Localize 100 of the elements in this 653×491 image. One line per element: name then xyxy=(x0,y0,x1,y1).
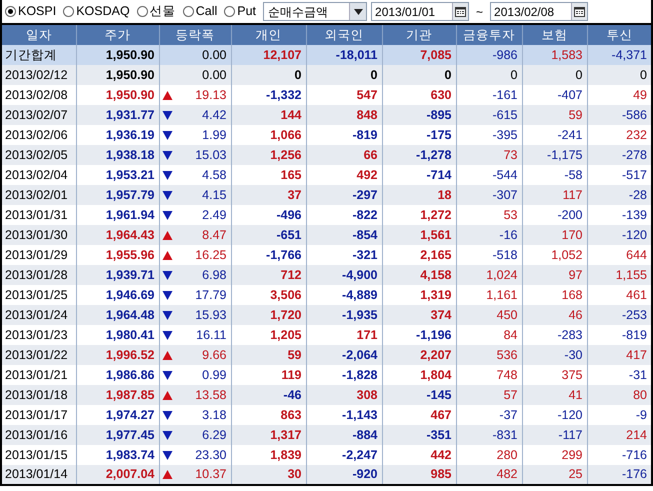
change-value: 8.47 xyxy=(202,226,226,244)
table-cell: 80 xyxy=(587,385,652,405)
column-header: 개인 xyxy=(231,24,306,45)
change-value: 4.58 xyxy=(202,166,226,184)
column-header: 투신 xyxy=(587,24,652,45)
table-cell: 308 xyxy=(306,385,382,405)
calendar-icon[interactable] xyxy=(574,6,586,16)
table-cell: 1,317 xyxy=(231,425,306,445)
price-cell: 1,950.90 xyxy=(76,65,159,85)
change-value: 6.29 xyxy=(202,426,226,444)
table-cell: -30 xyxy=(522,345,587,365)
table-cell: 46 xyxy=(522,305,587,325)
table-cell: 57 xyxy=(456,385,522,405)
price-cell: 1,931.77 xyxy=(76,105,159,125)
table-cell: 482 xyxy=(456,465,522,485)
date-field[interactable]: 2013/01/01 xyxy=(371,2,470,21)
table-cell: 18 xyxy=(382,185,456,205)
table-cell: 0 xyxy=(587,65,652,85)
market-radio[interactable]: 선물 xyxy=(136,2,176,21)
table-cell: 214 xyxy=(587,425,652,445)
table-cell: 59 xyxy=(231,345,306,365)
price-cell: 1,987.85 xyxy=(76,385,159,405)
table-cell: -28 xyxy=(587,185,652,205)
change-value: 10.37 xyxy=(195,466,226,484)
date-field[interactable]: 2013/02/08 xyxy=(490,2,588,21)
table-cell: 117 xyxy=(522,185,587,205)
table-cell: 1,155 xyxy=(587,265,652,285)
table-cell: -253 xyxy=(587,305,652,325)
table-cell: -145 xyxy=(382,385,456,405)
table-cell: 4,158 xyxy=(382,265,456,285)
change-value: 0.00 xyxy=(202,46,226,64)
table-cell: 1,583 xyxy=(522,45,587,65)
table-cell: 0 xyxy=(456,65,522,85)
table-cell: 41 xyxy=(522,385,587,405)
market-radio[interactable]: Put xyxy=(224,2,256,21)
table-cell: -854 xyxy=(306,225,382,245)
change-value: 0.99 xyxy=(202,366,226,384)
table-cell: -1,175 xyxy=(522,145,587,165)
date-cell: 2013/02/12 xyxy=(1,65,76,85)
change-value: 3.18 xyxy=(202,406,226,424)
table-cell: 7,085 xyxy=(382,45,456,65)
change-value: 6.98 xyxy=(202,266,226,284)
change-value: 15.03 xyxy=(195,146,226,164)
table-cell: 37 xyxy=(231,185,306,205)
date-cell: 2013/01/30 xyxy=(1,225,76,245)
date-cell: 2013/02/05 xyxy=(1,145,76,165)
date-cell: 2013/02/01 xyxy=(1,185,76,205)
market-radio[interactable]: Call xyxy=(182,2,218,21)
table-cell: -351 xyxy=(382,425,456,445)
table-cell: 144 xyxy=(231,105,306,125)
calendar-icon[interactable] xyxy=(455,6,466,16)
date-cell: 2013/01/22 xyxy=(1,345,76,365)
table-cell: 450 xyxy=(456,305,522,325)
table-cell: 536 xyxy=(456,345,522,365)
market-radio[interactable]: KOSDAQ xyxy=(63,2,130,21)
change-value: 17.79 xyxy=(195,286,226,304)
table-cell: -920 xyxy=(306,465,382,485)
column-header: 등락폭 xyxy=(159,24,231,45)
date-cell: 2013/01/28 xyxy=(1,265,76,285)
table-cell: -307 xyxy=(456,185,522,205)
date-cell: 2013/01/24 xyxy=(1,305,76,325)
table-cell: 73 xyxy=(456,145,522,165)
date-cell: 2013/01/16 xyxy=(1,425,76,445)
table-cell: -278 xyxy=(587,145,652,165)
table-cell: -4,900 xyxy=(306,265,382,285)
price-cell: 1,957.79 xyxy=(76,185,159,205)
change-value: 16.25 xyxy=(195,246,226,264)
table-cell: -2,064 xyxy=(306,345,382,365)
table-cell: 985 xyxy=(382,465,456,485)
table-cell: 417 xyxy=(587,345,652,365)
table-cell: -986 xyxy=(456,45,522,65)
column-header: 보험 xyxy=(522,24,587,45)
date-cell: 2013/02/07 xyxy=(1,105,76,125)
change-value: 9.66 xyxy=(202,346,226,364)
table-cell: 97 xyxy=(522,265,587,285)
price-cell: 1,938.18 xyxy=(76,145,159,165)
table-cell: 25 xyxy=(522,465,587,485)
table-cell: -884 xyxy=(306,425,382,445)
table-cell: 1,256 xyxy=(231,145,306,165)
change-value: 19.13 xyxy=(195,86,226,104)
date-cell: 2013/01/18 xyxy=(1,385,76,405)
table-cell: 30 xyxy=(231,465,306,485)
table-cell: 374 xyxy=(382,305,456,325)
change-value: 13.58 xyxy=(195,386,226,404)
change-value: 2.49 xyxy=(202,206,226,224)
table-cell: 12,107 xyxy=(231,45,306,65)
change-value: 1.99 xyxy=(202,126,226,144)
price-cell: 1,996.52 xyxy=(76,345,159,365)
column-header: 기관 xyxy=(382,24,456,45)
table-cell: -46 xyxy=(231,385,306,405)
measure-dropdown[interactable]: 순매수금액 xyxy=(263,2,368,21)
table-cell: -1,278 xyxy=(382,145,456,165)
market-radio[interactable]: KOSPI xyxy=(5,2,56,21)
table-cell: -895 xyxy=(382,105,456,125)
table-cell: 712 xyxy=(231,265,306,285)
change-value: 4.15 xyxy=(202,186,226,204)
table-cell: -120 xyxy=(587,225,652,245)
table-cell: -18,011 xyxy=(306,45,382,65)
date-cell: 2013/01/14 xyxy=(1,465,76,485)
table-cell: 2,207 xyxy=(382,345,456,365)
